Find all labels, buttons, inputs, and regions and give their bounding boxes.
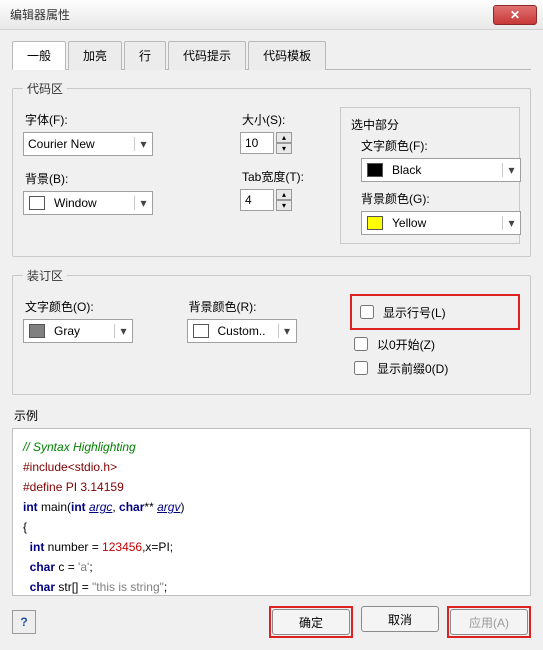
sel-fg-value: Black: [388, 163, 502, 177]
font-value: Courier New: [24, 137, 134, 151]
chk-zero-label: 以0开始(Z): [377, 336, 435, 353]
spin-up[interactable]: ▴: [276, 132, 292, 143]
help-button[interactable]: ?: [12, 610, 36, 634]
chevron-down-icon: ▾: [502, 216, 520, 230]
example-preview: // Syntax Highlighting#include<stdio.h>#…: [12, 428, 531, 596]
footer: ? 确定 取消 应用(A): [12, 606, 531, 638]
font-label: 字体(F):: [25, 111, 230, 128]
chevron-down-icon: ▾: [134, 196, 152, 210]
apply-button[interactable]: 应用(A): [450, 609, 528, 635]
chk-line-number[interactable]: 显示行号(L): [356, 302, 514, 322]
font-combo[interactable]: Courier New ▾: [23, 132, 153, 156]
gutter-bg-label: 背景颜色(R):: [189, 298, 341, 315]
bg-label: 背景(B):: [25, 170, 230, 187]
cancel-button[interactable]: 取消: [361, 606, 439, 632]
footer-buttons: 确定 取消 应用(A): [269, 606, 531, 638]
size-label: 大小(S):: [242, 111, 330, 128]
chevron-down-icon: ▾: [114, 324, 132, 338]
group-gutter: 装订区 文字颜色(O): Gray ▾ 背景颜色(R): Custom.. ▾: [12, 267, 531, 395]
tab-template[interactable]: 代码模板: [248, 41, 326, 70]
chk-prefix-zero[interactable]: 显示前缀0(D): [350, 358, 520, 378]
ok-button[interactable]: 确定: [272, 609, 350, 635]
spin-buttons: ▴ ▾: [276, 189, 292, 211]
gutter-bg-value: Custom..: [214, 324, 278, 338]
sel-bg-swatch: [367, 216, 383, 230]
chevron-down-icon: ▾: [502, 163, 520, 177]
spin-up[interactable]: ▴: [276, 189, 292, 200]
tab-highlight[interactable]: 加亮: [68, 41, 122, 70]
apply-emphasis: 应用(A): [447, 606, 531, 638]
chk-prefix-input[interactable]: [354, 361, 368, 375]
bg-combo[interactable]: Window ▾: [23, 191, 153, 215]
spin-down[interactable]: ▾: [276, 143, 292, 154]
example-content: // Syntax Highlighting#include<stdio.h>#…: [23, 437, 520, 596]
tabw-input[interactable]: [240, 189, 274, 211]
size-spinner[interactable]: ▴ ▾: [240, 132, 330, 154]
tabw-label: Tab宽度(T):: [242, 168, 330, 185]
chevron-down-icon: ▾: [134, 137, 152, 151]
close-icon: ✕: [510, 8, 520, 22]
bg-value: Window: [50, 196, 134, 210]
sel-title: 选中部分: [351, 116, 509, 133]
close-button[interactable]: ✕: [493, 5, 537, 25]
gutter-bg-swatch: [193, 324, 209, 338]
window-title: 编辑器属性: [10, 6, 70, 23]
gutter-fg-combo[interactable]: Gray ▾: [23, 319, 133, 343]
example-label: 示例: [14, 407, 531, 424]
sel-bg-combo[interactable]: Yellow ▾: [361, 211, 521, 235]
tabw-spinner[interactable]: ▴ ▾: [240, 189, 330, 211]
group-code-legend: 代码区: [23, 80, 67, 97]
titlebar: 编辑器属性 ✕: [0, 0, 543, 30]
help-icon: ?: [20, 615, 27, 629]
tab-codehint[interactable]: 代码提示: [168, 41, 246, 70]
gutter-fg-label: 文字颜色(O):: [25, 298, 177, 315]
sel-bg-value: Yellow: [388, 216, 502, 230]
client-area: 一般 加亮 行 代码提示 代码模板 代码区 字体(F): Courier New…: [0, 30, 543, 650]
gutter-fg-value: Gray: [50, 324, 114, 338]
gutter-fg-swatch: [29, 324, 45, 338]
group-gutter-legend: 装订区: [23, 267, 67, 284]
sel-fg-swatch: [367, 163, 383, 177]
group-code: 代码区 字体(F): Courier New ▾ 背景(B): Window ▾…: [12, 80, 531, 257]
chk-line-number-input[interactable]: [360, 305, 374, 319]
spin-down[interactable]: ▾: [276, 200, 292, 211]
tab-line[interactable]: 行: [124, 41, 166, 70]
chk-zero-based[interactable]: 以0开始(Z): [350, 334, 520, 354]
bg-swatch: [29, 196, 45, 210]
group-selection: 选中部分 文字颜色(F): Black ▾ 背景颜色(G): Yellow ▾: [340, 107, 520, 244]
chk-prefix-label: 显示前缀0(D): [377, 360, 448, 377]
sel-fg-label: 文字颜色(F):: [361, 137, 509, 154]
chevron-down-icon: ▾: [278, 324, 296, 338]
tab-general[interactable]: 一般: [12, 41, 66, 70]
sel-bg-label: 背景颜色(G):: [361, 190, 509, 207]
tab-bar: 一般 加亮 行 代码提示 代码模板: [12, 40, 531, 70]
spin-buttons: ▴ ▾: [276, 132, 292, 154]
chk-zero-input[interactable]: [354, 337, 368, 351]
ok-emphasis: 确定: [269, 606, 353, 638]
highlight-emphasis: 显示行号(L): [350, 294, 520, 330]
size-input[interactable]: [240, 132, 274, 154]
gutter-bg-combo[interactable]: Custom.. ▾: [187, 319, 297, 343]
chk-line-number-label: 显示行号(L): [383, 304, 446, 321]
sel-fg-combo[interactable]: Black ▾: [361, 158, 521, 182]
